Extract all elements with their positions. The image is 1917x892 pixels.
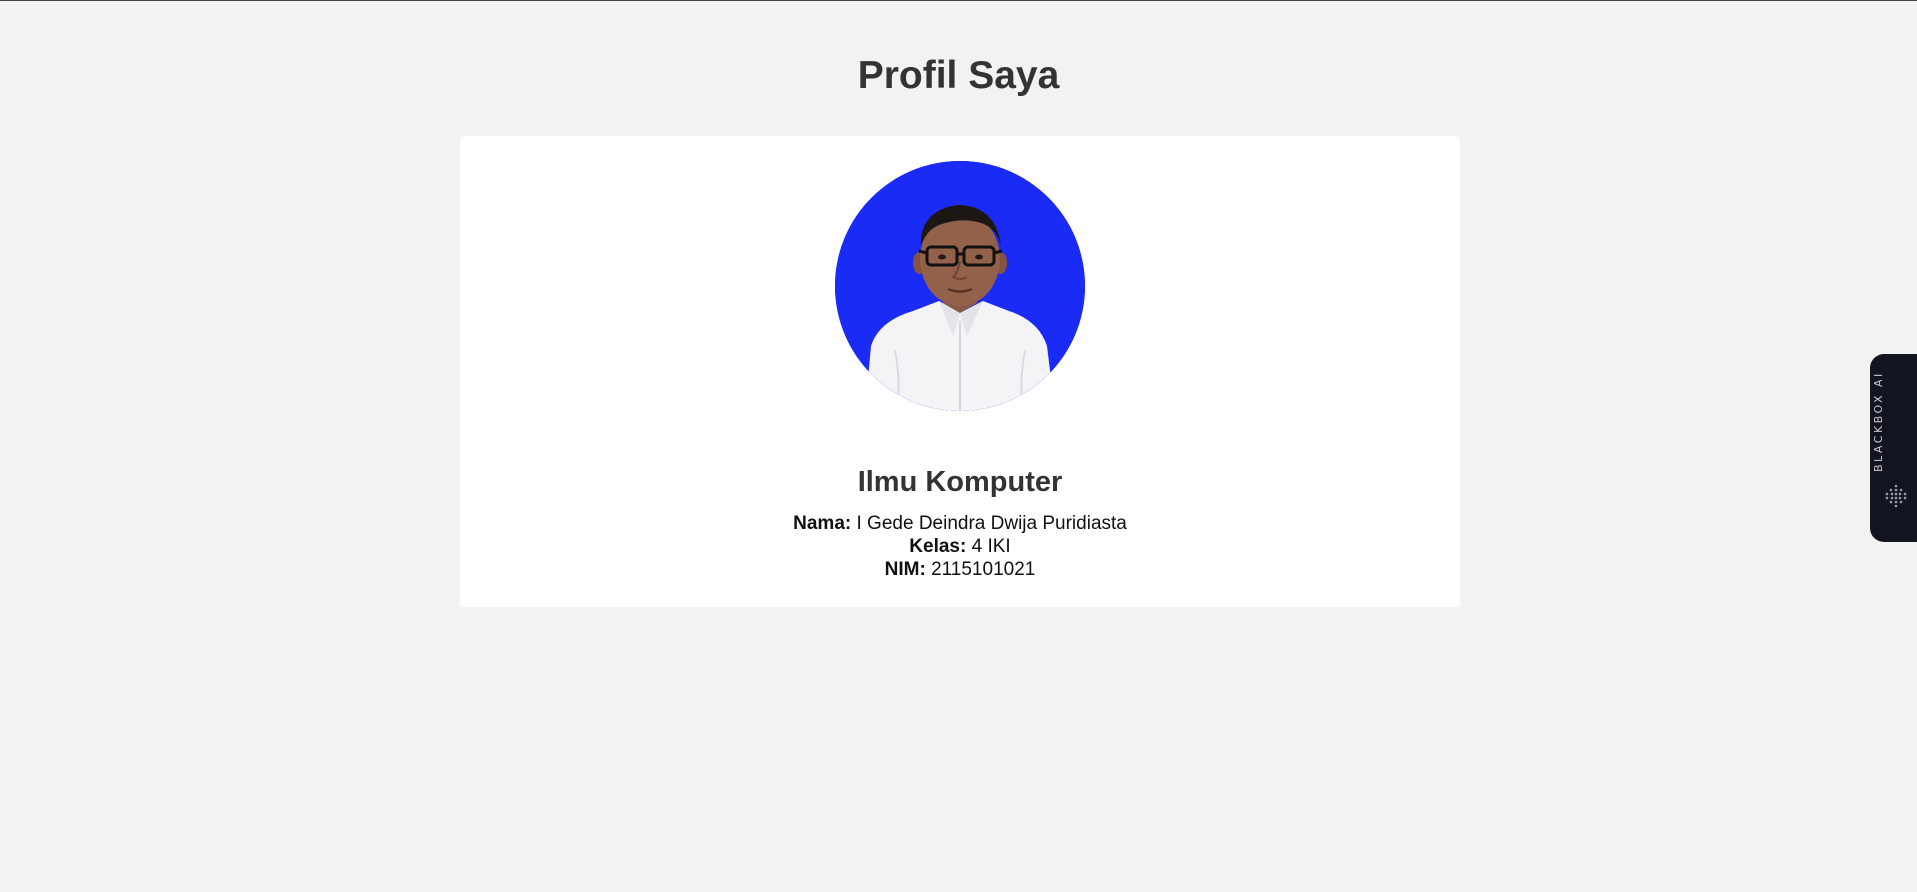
profile-info: Nama: I Gede Deindra Dwija Puridiasta Ke… xyxy=(460,512,1460,581)
class-value: 4 IKI xyxy=(971,536,1011,557)
blackbox-ai-side-tab[interactable]: BLACKBOX AI xyxy=(1870,354,1917,542)
page-title: Profil Saya xyxy=(857,54,1060,97)
student-id-value: 2115101021 xyxy=(931,559,1036,580)
name-label: Nama: xyxy=(793,513,852,534)
blackbox-logo-icon xyxy=(1885,484,1907,508)
blackbox-ai-label: BLACKBOX AI xyxy=(1872,371,1885,472)
name-row: Nama: I Gede Deindra Dwija Puridiasta xyxy=(460,512,1460,535)
student-id-label: NIM: xyxy=(884,559,926,580)
class-row: Kelas: 4 IKI xyxy=(460,535,1460,558)
student-id-row: NIM: 2115101021 xyxy=(460,558,1460,581)
program-name: Ilmu Komputer xyxy=(857,466,1063,498)
class-label: Kelas: xyxy=(909,536,967,557)
name-value: I Gede Deindra Dwija Puridiasta xyxy=(856,513,1127,534)
profile-card: Ilmu Komputer Nama: I Gede Deindra Dwija… xyxy=(460,136,1460,607)
profile-photo-image xyxy=(835,161,1085,411)
profile-photo xyxy=(835,161,1085,411)
